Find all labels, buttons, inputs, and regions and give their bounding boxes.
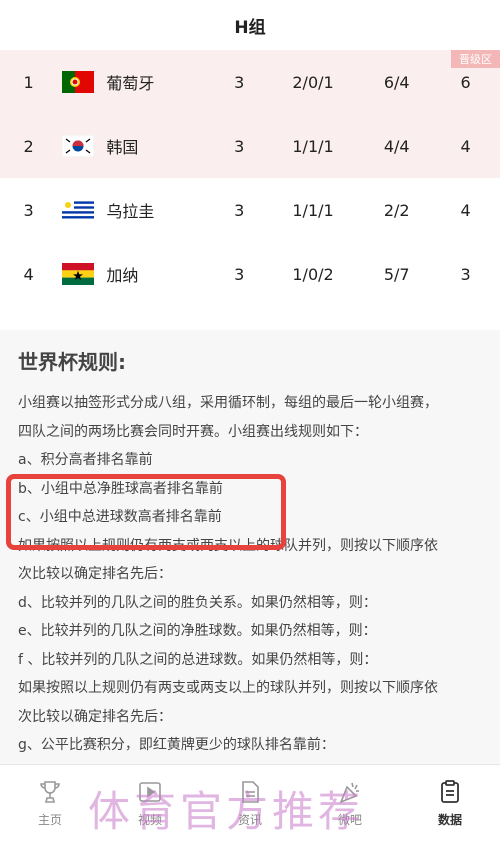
- rules-title: 世界杯规则:: [18, 350, 126, 374]
- points: 4: [460, 136, 471, 156]
- rule-line: 如果按照以上规则仍有两支或两支以上的球队并列，则按以下顺序依: [18, 680, 438, 696]
- standings-row[interactable]: 3 乌拉圭 3 1/1/1 2/2 4: [0, 178, 500, 242]
- rule-line: a、积分高者排名靠前: [18, 452, 153, 468]
- tab-home[interactable]: 主页: [0, 765, 100, 851]
- played: 3: [234, 200, 245, 220]
- team-name: 韩国: [106, 138, 139, 157]
- played: 3: [234, 136, 245, 156]
- rule-line: 小组赛以抽签形式分成八组，采用循环制，每组的最后一轮小组赛，: [18, 395, 438, 411]
- standings-table: 晋级区 1 葡萄牙 3 2/0/1 6/4 6 2 韩国 3 1/1/1 4/4…: [0, 50, 500, 306]
- spacer: [0, 306, 500, 330]
- played: 3: [234, 264, 245, 284]
- rule-line: f 、比较并列的几队之间的总进球数。如果仍然相等，则：: [18, 651, 378, 668]
- goals: 5/7: [383, 264, 410, 284]
- data-icon: [441, 780, 459, 803]
- rule-line: 次比较以确定排名先后：: [18, 566, 172, 582]
- page-header: H组: [0, 0, 500, 50]
- ghana-flag-icon: [57, 263, 98, 285]
- points: 4: [460, 200, 471, 220]
- goals: 4/4: [383, 136, 410, 156]
- team-name: 加纳: [106, 266, 139, 285]
- page-title: H组: [234, 17, 266, 38]
- team-name: 乌拉圭: [106, 202, 155, 221]
- points: 3: [460, 264, 471, 284]
- team-name: 葡萄牙: [106, 74, 155, 93]
- win-draw-loss: 1/1/1: [292, 200, 334, 220]
- tab-label: 数据: [437, 813, 462, 827]
- standings-row[interactable]: 2 韩国 3 1/1/1 4/4 4: [0, 114, 500, 178]
- standings-row[interactable]: 1 葡萄牙 3 2/0/1 6/4 6: [0, 50, 500, 114]
- points: 6: [460, 72, 471, 92]
- watermark-text: 体育官方推荐: [88, 787, 365, 836]
- goals: 2/2: [383, 200, 410, 220]
- rule-line: g、公平比赛积分，即红黄牌更少的球队排名靠前：: [18, 737, 335, 753]
- portugal-flag-icon: [57, 71, 98, 93]
- goals: 6/4: [383, 72, 410, 92]
- win-draw-loss: 2/0/1: [292, 72, 334, 92]
- rule-line: d、比较并列的几队之间的胜负关系。如果仍然相等，则：: [18, 594, 377, 611]
- tab-label: 主页: [37, 813, 62, 827]
- tab-data[interactable]: 数据: [400, 765, 500, 851]
- advance-zone-badge: 晋级区: [451, 50, 500, 68]
- rule-line: 四队之间的两场比赛会同时开赛。小组赛出线规则如下：: [18, 423, 368, 440]
- trophy-icon: [40, 781, 60, 803]
- rule-line: 次比较以确定排名先后：: [18, 708, 172, 725]
- standings-row[interactable]: 4 加纳 3 1/0/2 5/7 3: [0, 242, 500, 306]
- rank: 1: [23, 72, 34, 92]
- win-draw-loss: 1/1/1: [292, 136, 334, 156]
- rank: 3: [23, 200, 34, 220]
- korea-flag-icon: [57, 135, 98, 157]
- rank: 2: [23, 136, 34, 156]
- played: 3: [234, 72, 245, 92]
- rank: 4: [23, 264, 34, 284]
- win-draw-loss: 1/0/2: [292, 264, 334, 284]
- highlight-box: [6, 474, 286, 550]
- rules-section: 世界杯规则: 小组赛以抽签形式分成八组，采用循环制，每组的最后一轮小组赛， 四队…: [0, 330, 500, 770]
- uruguay-flag-icon: [57, 199, 98, 221]
- rule-line: e、比较并列的几队之间的净胜球数。如果仍然相等，则：: [18, 623, 377, 639]
